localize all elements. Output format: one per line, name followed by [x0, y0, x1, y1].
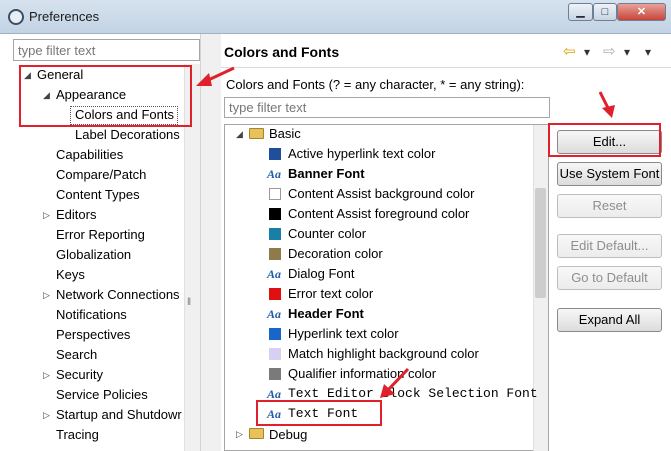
annotation-arrow-text-font [385, 367, 410, 393]
annotation-arrows [196, 66, 615, 398]
annotation-arrowhead-tree [196, 73, 212, 86]
annotation-arrowhead-edit [602, 105, 615, 118]
